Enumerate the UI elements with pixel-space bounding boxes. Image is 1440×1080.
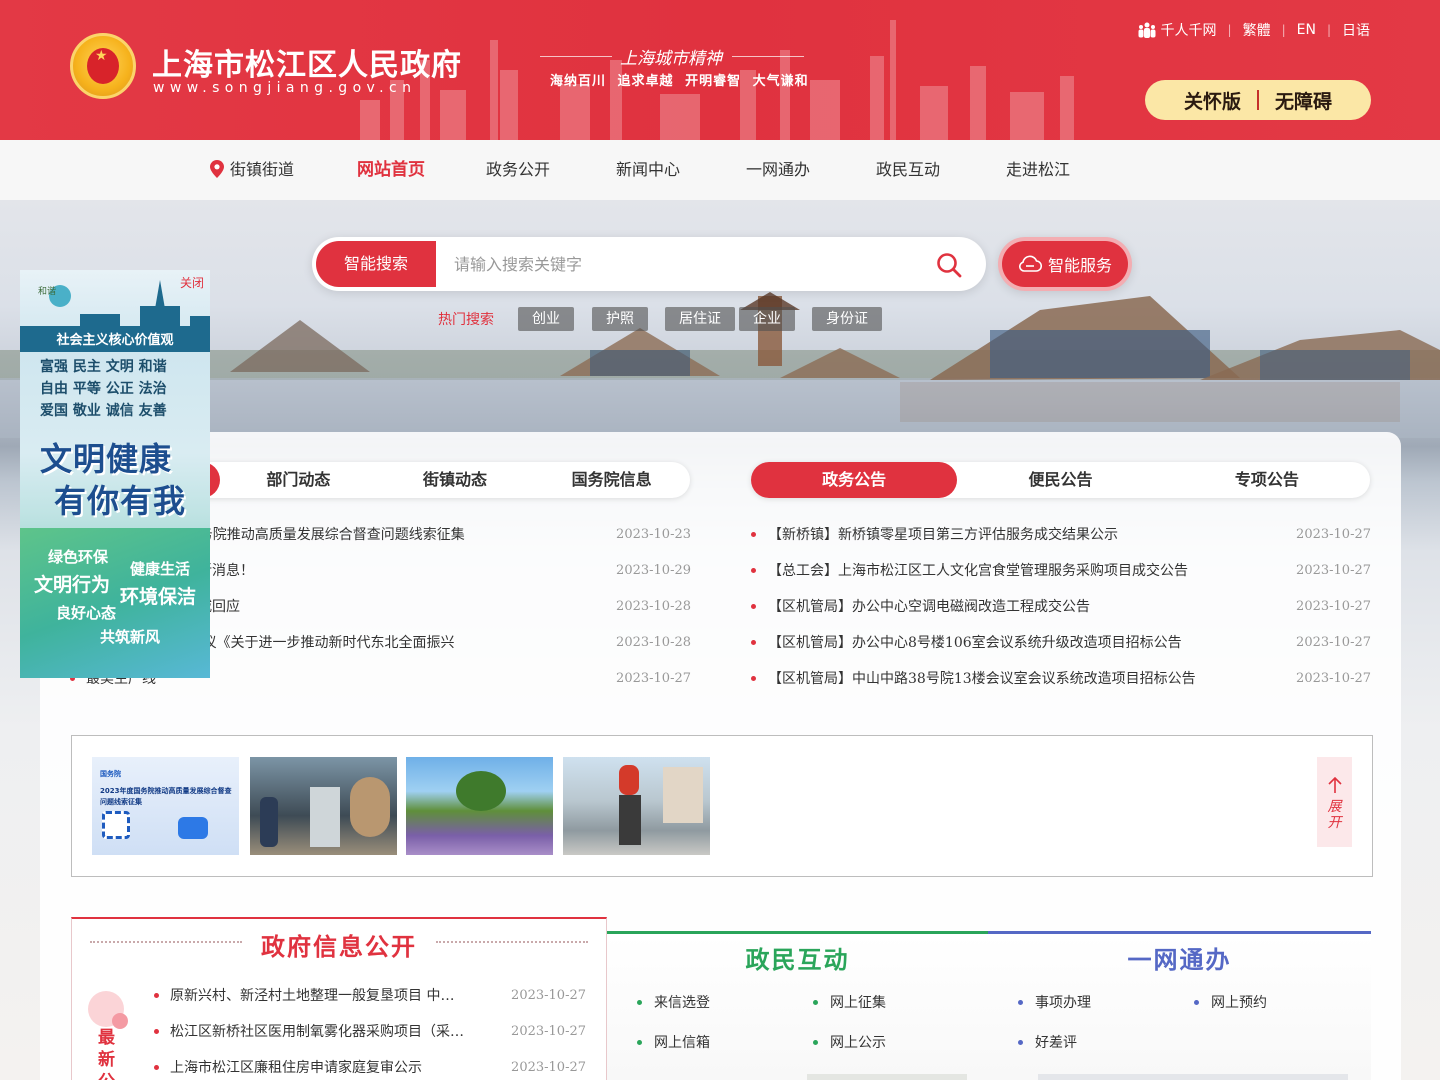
tab-gov-notice[interactable]: 政务公告 (751, 462, 958, 498)
thumb-lavender-field[interactable] (406, 757, 553, 855)
ad-values: 富强 民主 文明 和谐 自由 平等 公正 法治 爱国 敬业 诚信 友善 (40, 359, 167, 419)
ad-slogan-1: 文明健康 (40, 440, 173, 478)
nav-news-center[interactable]: 新闻中心 (616, 140, 680, 200)
nav-home[interactable]: 网站首页 (357, 140, 425, 200)
search-bar: 智能搜索 (312, 237, 986, 291)
tab-special-notice[interactable]: 专项公告 (1164, 462, 1370, 498)
hot-tag-passport[interactable]: 护照 (592, 307, 648, 331)
care-mode-button[interactable]: 关怀版 (1184, 87, 1241, 114)
link-japanese[interactable]: 日语 (1342, 20, 1370, 40)
ad-tag-health: 健康生活 (130, 560, 191, 578)
thumb-state-council-poster[interactable]: 国务院 2023年度国务院推动高质量发展综合督查 问题线索征集 (92, 757, 239, 855)
interaction-section: 政民互动 来信选登 网上征集 网上信箱 网上公示 (607, 931, 988, 1080)
interaction-title[interactable]: 政民互动 (607, 940, 988, 975)
ad-tag-civilized: 文明行为 (34, 574, 111, 596)
list-item[interactable]: 原新兴村、新泾村土地整理一般复垦项目 中标公告 2023-10-27 (154, 985, 586, 1005)
site-header: ★ 上海市松江区人民政府 www.songjiang.gov.cn 上海城市精神… (0, 0, 1440, 140)
hot-tag-id-card[interactable]: 身份证 (812, 307, 882, 331)
site-url: www.songjiang.gov.cn (153, 80, 417, 96)
decor-strip (807, 1074, 967, 1080)
expand-label: 展开 (1327, 799, 1342, 831)
smart-service-label: 智能服务 (1047, 256, 1112, 275)
hot-search-label: 热门搜索 (438, 312, 494, 328)
one-net-section: 一网通办 事项办理 网上预约 好差评 (988, 931, 1371, 1080)
tab-department-news[interactable]: 部门动态 (220, 462, 377, 498)
link-good-bad-review[interactable]: 好差评 (1018, 1032, 1077, 1052)
decor-strip (1038, 1074, 1348, 1080)
spirit-divider-left (540, 56, 612, 57)
list-item[interactable]: 【区机管局】中山中路38号院13楼会议室会议系统改造项目招标公告 2023-10-… (751, 668, 1371, 688)
nav-interaction[interactable]: 政民互动 (876, 140, 940, 200)
ad-tag-mindset: 良好心态 (56, 604, 117, 622)
link-online-publicity[interactable]: 网上公示 (813, 1032, 886, 1052)
link-online-mailbox[interactable]: 网上信箱 (637, 1032, 710, 1052)
hot-tag-residence-permit[interactable]: 居住证 (665, 307, 735, 331)
accessibility-switch: 关怀版 无障碍 (1145, 80, 1371, 120)
nav-town-streets[interactable]: 街镇街道 (210, 140, 294, 200)
link-traditional-chinese[interactable]: 繁體 (1243, 20, 1271, 40)
one-net-title[interactable]: 一网通办 (988, 940, 1371, 975)
link-item-handling[interactable]: 事项办理 (1018, 992, 1091, 1012)
site-title[interactable]: 上海市松江区人民政府 (152, 40, 462, 84)
spirit-title: 上海城市精神 (620, 49, 722, 69)
nav-about-songjiang[interactable]: 走进松江 (1006, 140, 1070, 200)
national-emblem-logo[interactable]: ★ (70, 33, 136, 99)
accessible-mode-button[interactable]: 无障碍 (1275, 87, 1332, 114)
ad-tag-new-style: 共筑新风 (100, 628, 161, 646)
svg-text:和谐: 和谐 (38, 286, 56, 297)
photo-strip: 国务院 2023年度国务院推动高质量发展综合督查 问题线索征集 展开 (71, 735, 1373, 877)
hot-tag-startup[interactable]: 创业 (518, 307, 574, 331)
thumb-factory-workers[interactable] (250, 757, 397, 855)
nav-gov-affairs-open[interactable]: 政务公开 (486, 140, 550, 200)
link-thousand-networks[interactable]: 千人千网 (1161, 20, 1217, 40)
tab-state-council-info[interactable]: 国务院信息 (533, 462, 690, 498)
right-notice-tabs: 政务公告 便民公告 专项公告 (751, 462, 1370, 498)
gov-info-title[interactable]: 政府信息公开 (72, 927, 606, 962)
list-item[interactable]: 【总工会】上海市松江区工人文化宫食堂管理服务采购项目成交公告 2023-10-27 (751, 560, 1371, 580)
list-item[interactable]: 上海市松江区廉租住房申请家庭复审公示 2023-10-27 (154, 1057, 586, 1077)
list-item[interactable]: 【区机管局】办公中心8号楼106室会议系统升级改造项目招标公告 2023-10-2… (751, 632, 1371, 652)
tab-town-news[interactable]: 街镇动态 (377, 462, 534, 498)
cloud-service-icon (1019, 255, 1042, 272)
smart-search-tag[interactable]: 智能搜索 (316, 241, 436, 287)
smart-service-button[interactable]: 智能服务 (998, 237, 1132, 291)
link-online-solicitation[interactable]: 网上征集 (813, 992, 886, 1012)
search-icon[interactable] (936, 252, 962, 278)
search-input[interactable] (440, 241, 920, 287)
list-item[interactable]: 【新桥镇】新桥镇零星项目第三方评估服务成交结果公示 2023-10-27 (751, 524, 1371, 544)
ad-heading: 社会主义核心价值观 (20, 330, 210, 352)
ad-tag-green: 绿色环保 (48, 548, 109, 566)
link-letters-selected[interactable]: 来信选登 (637, 992, 710, 1012)
spirit-words: 海纳百川 追求卓越 开明睿智 大气谦和 (550, 74, 809, 89)
spirit-divider-right (732, 56, 804, 57)
thumb-street-cleaner[interactable] (563, 757, 710, 855)
gov-info-section: 政府信息公开 最新公 原新兴村、新泾村土地整理一般复垦项目 中标公告2023-1… (71, 917, 607, 1080)
tab-public-notice[interactable]: 便民公告 (957, 462, 1163, 498)
location-pin-icon (210, 160, 224, 178)
latest-disclosure-label: 最新公 (98, 1028, 115, 1080)
list-item[interactable]: 【区机管局】办公中心空调电磁阀改造工程成交公告 2023-10-27 (751, 596, 1371, 616)
ad-tag-environment: 环境保洁 (120, 586, 197, 608)
top-links: 千人千网 | 繁體 | EN | 日语 (1138, 20, 1370, 40)
hot-tag-enterprise[interactable]: 企业 (739, 307, 795, 331)
arrow-up-icon (1327, 776, 1342, 793)
expand-button[interactable]: 展开 (1317, 757, 1352, 847)
people-icon (1138, 22, 1156, 38)
floating-ad[interactable]: 关闭 和谐 社会主义核心价值观 富强 民主 文明 和谐 自由 平等 公正 法治 … (20, 270, 210, 678)
link-english[interactable]: EN (1297, 22, 1316, 38)
main-nav: 街镇街道 网站首页 政务公开 新闻中心 一网通办 政民互动 走进松江 (0, 140, 1440, 200)
link-online-appointment[interactable]: 网上预约 (1194, 992, 1267, 1012)
nav-one-net-service[interactable]: 一网通办 (746, 140, 810, 200)
list-item[interactable]: 松江区新桥社区医用制氧雾化器采购项目（采购结果公告）2023-10-27 (154, 1021, 586, 1041)
ad-slogan-2: 有你有我 (54, 482, 187, 520)
